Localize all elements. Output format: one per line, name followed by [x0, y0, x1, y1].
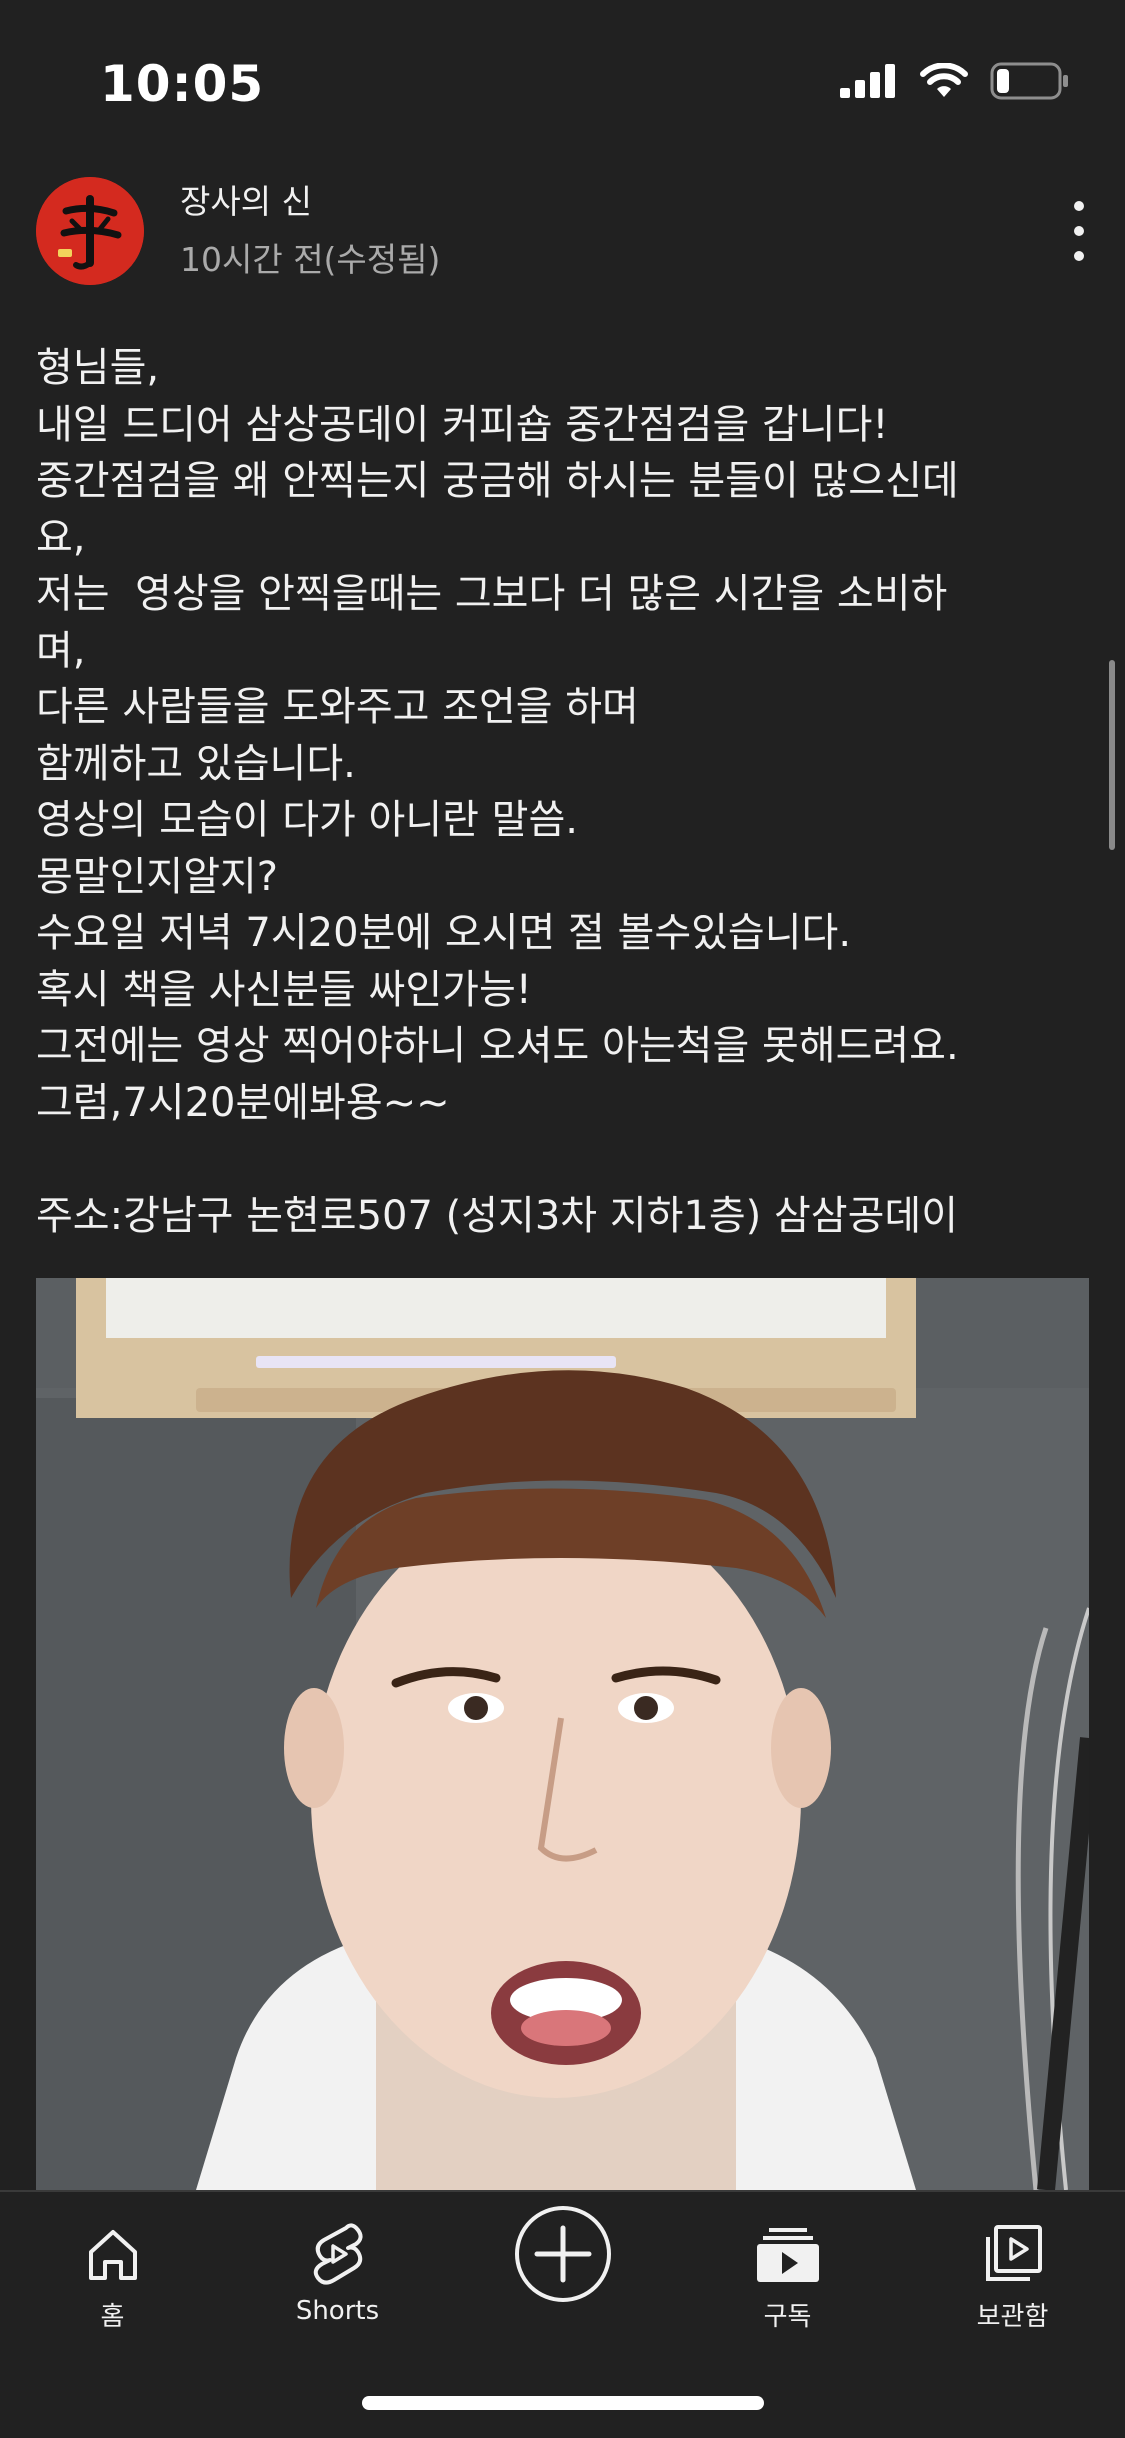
nav-item-create[interactable] [450, 2192, 675, 2342]
post-body-line: 그럼,7시20분에봐용~~ [36, 1079, 450, 1126]
post-header: 장사의 신 10시간 전(수정됨) [0, 165, 1125, 295]
battery-icon [990, 62, 1068, 100]
subscriptions-icon [756, 2228, 819, 2282]
shorts-icon [313, 2223, 363, 2285]
home-indicator[interactable] [362, 2396, 764, 2410]
nav-label-subscriptions: 구독 [763, 2302, 812, 2332]
more-dot [1074, 226, 1084, 236]
post-image[interactable] [36, 1278, 1089, 2190]
post-body-line: 요, [36, 514, 86, 561]
wifi-icon [920, 63, 968, 97]
post-body-line: 그전에는 영상 찍어야하니 오셔도 아는척을 못해드려요. [36, 1023, 959, 1069]
status-icons [840, 62, 1070, 100]
signal-icon [840, 64, 895, 98]
post-body-line: 중간점검을 왜 안찍는지 궁금해 하시는 분들이 많으신데 [36, 458, 959, 504]
status-bar: 10:05 [0, 0, 1125, 160]
post-body-line: 형님들, [36, 345, 160, 391]
post-body-line: 함께하고 있습니다. [36, 740, 356, 787]
nav-label-home: 홈 [100, 2302, 125, 2332]
post-body-line: 영상의 모습이 다가 아니란 말씀. [36, 797, 578, 843]
channel-name[interactable]: 장사의 신 [180, 175, 312, 223]
post-photo [36, 1278, 1089, 2190]
nav-label-shorts: Shorts [295, 2296, 380, 2326]
avatar[interactable] [36, 177, 144, 285]
create-icon [514, 2206, 611, 2302]
nav-item-subscriptions[interactable]: 구독 [675, 2192, 900, 2342]
more-dot [1074, 251, 1084, 261]
nav-item-shorts[interactable]: Shorts [225, 2192, 450, 2342]
post-timestamp: 10시간 전(수정됨) [180, 240, 441, 279]
library-icon [985, 2225, 1042, 2281]
post-body-line: 다른 사람들을 도와주고 조언을 하며 [36, 684, 639, 730]
post-body-line: 몽말인지알지? [36, 853, 279, 900]
home-icon [88, 2230, 137, 2280]
nav-label-library: 보관함 [976, 2302, 1049, 2332]
post-body-line: 내일 드디어 삼상공데이 커피숍 중간점검을 갑니다! [36, 401, 889, 448]
more-dot [1074, 201, 1084, 211]
post-body-line: 수요일 저녁 7시20분에 오시면 절 볼수있습니다. [36, 910, 852, 956]
post-body: 형님들, 내일 드디어 삼상공데이 커피숍 중간점검을 갑니다! 중간점검을 왜… [36, 340, 1096, 1244]
post-body-line: 며, [36, 627, 86, 674]
scroll-indicator[interactable] [1109, 660, 1115, 850]
status-time: 10:05 [100, 55, 265, 113]
nav-item-home[interactable]: 홈 [0, 2192, 225, 2342]
channel-logo-icon [36, 177, 144, 285]
post-body-line: 혹시 책을 사신분들 싸인가능! [36, 966, 532, 1013]
nav-item-library[interactable]: 보관함 [900, 2192, 1125, 2342]
post-body-line: 주소:강남구 논현로507 (성지3차 지하1층) 삼삼공데이 [36, 1192, 958, 1239]
post-body-line [36, 1131, 1096, 1188]
more-options-button[interactable] [1069, 201, 1089, 261]
post-body-line: 저는 영상을 안찍을때는 그보다 더 많은 시간을 소비하 [36, 571, 948, 617]
